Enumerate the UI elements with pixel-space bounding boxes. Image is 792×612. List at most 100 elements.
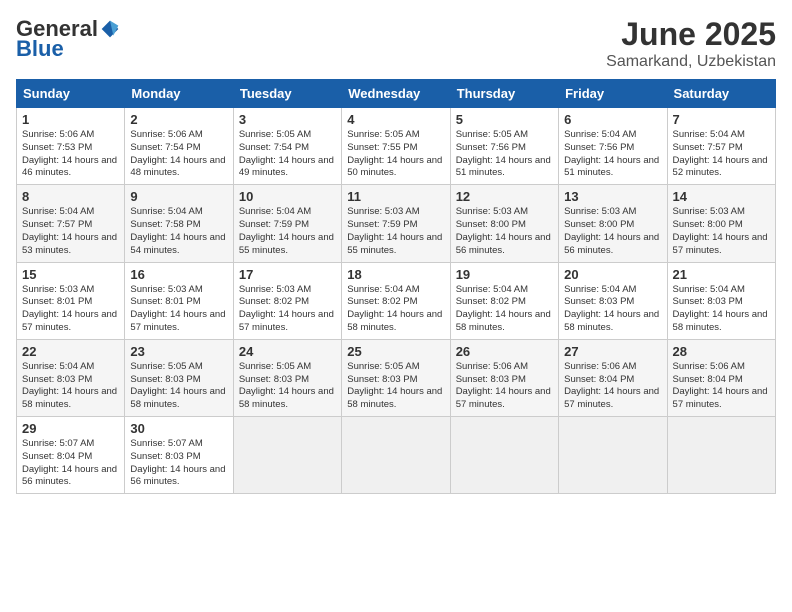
day-info: Sunrise: 5:05 AMSunset: 7:54 PMDaylight:… — [239, 129, 336, 180]
day-cell-6: 6Sunrise: 5:04 AMSunset: 7:56 PMDaylight… — [559, 108, 667, 185]
day-number: 27 — [564, 344, 661, 359]
day-number: 30 — [130, 421, 227, 436]
day-cell-21: 21Sunrise: 5:04 AMSunset: 8:03 PMDayligh… — [667, 262, 775, 339]
weekday-header-row: SundayMondayTuesdayWednesdayThursdayFrid… — [17, 80, 776, 108]
day-cell-19: 19 Sunrise: 5:04 AMSunset: 8:02 PMDayligh… — [450, 262, 558, 339]
weekday-header-saturday: Saturday — [667, 80, 775, 108]
weekday-header-monday: Monday — [125, 80, 233, 108]
day-number: 22 — [22, 344, 119, 359]
day-info: Sunrise: 5:06 AMSunset: 8:03 PMDaylight:… — [456, 361, 553, 412]
empty-cell — [342, 417, 450, 494]
day-info: Sunrise: 5:03 AMSunset: 8:02 PMDaylight:… — [239, 284, 336, 335]
month-title: June 2025 — [606, 16, 776, 53]
weekday-header-sunday: Sunday — [17, 80, 125, 108]
day-info: Sunrise: 5:06 AMSunset: 7:54 PMDaylight:… — [130, 129, 227, 180]
day-cell-4: 4Sunrise: 5:05 AMSunset: 7:55 PMDaylight… — [342, 108, 450, 185]
day-info: Sunrise: 5:07 AMSunset: 8:04 PMDaylight:… — [22, 438, 119, 489]
empty-cell — [667, 417, 775, 494]
day-number: 2 — [130, 112, 227, 127]
empty-cell — [559, 417, 667, 494]
day-cell-12: 12 Sunrise: 5:03 AMSunset: 8:00 PMDayligh… — [450, 185, 558, 262]
day-cell-14: 14Sunrise: 5:03 AMSunset: 8:00 PMDayligh… — [667, 185, 775, 262]
day-cell-30: 30 Sunrise: 5:07 AMSunset: 8:03 PMDayligh… — [125, 417, 233, 494]
page-header: General Blue June 2025 Samarkand, Uzbeki… — [16, 16, 776, 71]
day-number: 13 — [564, 189, 661, 204]
day-number: 1 — [22, 112, 119, 127]
logo-icon — [100, 19, 120, 39]
day-info: Sunrise: 5:03 AMSunset: 8:00 PMDaylight:… — [564, 206, 661, 257]
calendar-week-1: 1 Sunrise: 5:06 AMSunset: 7:53 PMDaylight… — [17, 108, 776, 185]
day-number: 6 — [564, 112, 661, 127]
empty-cell — [450, 417, 558, 494]
day-number: 26 — [456, 344, 553, 359]
calendar-week-2: 8Sunrise: 5:04 AMSunset: 7:57 PMDaylight… — [17, 185, 776, 262]
weekday-header-friday: Friday — [559, 80, 667, 108]
logo: General Blue — [16, 16, 120, 62]
day-info: Sunrise: 5:04 AMSunset: 7:57 PMDaylight:… — [22, 206, 119, 257]
day-cell-8: 8Sunrise: 5:04 AMSunset: 7:57 PMDaylight… — [17, 185, 125, 262]
day-cell-2: 2 Sunrise: 5:06 AMSunset: 7:54 PMDaylight… — [125, 108, 233, 185]
day-cell-13: 13 Sunrise: 5:03 AMSunset: 8:00 PMDayligh… — [559, 185, 667, 262]
day-number: 3 — [239, 112, 336, 127]
day-number: 4 — [347, 112, 444, 127]
day-cell-15: 15 Sunrise: 5:03 AMSunset: 8:01 PMDayligh… — [17, 262, 125, 339]
day-info: Sunrise: 5:05 AMSunset: 8:03 PMDaylight:… — [239, 361, 336, 412]
calendar-week-4: 22 Sunrise: 5:04 AMSunset: 8:03 PMDayligh… — [17, 339, 776, 416]
day-info: Sunrise: 5:04 AMSunset: 8:03 PMDaylight:… — [564, 284, 661, 335]
day-info: Sunrise: 5:06 AMSunset: 8:04 PMDaylight:… — [673, 361, 770, 412]
day-number: 14 — [673, 189, 770, 204]
day-info: Sunrise: 5:06 AMSunset: 8:04 PMDaylight:… — [564, 361, 661, 412]
calendar-week-3: 15 Sunrise: 5:03 AMSunset: 8:01 PMDayligh… — [17, 262, 776, 339]
empty-cell — [233, 417, 341, 494]
day-cell-5: 5 Sunrise: 5:05 AMSunset: 7:56 PMDaylight… — [450, 108, 558, 185]
day-cell-1: 1 Sunrise: 5:06 AMSunset: 7:53 PMDaylight… — [17, 108, 125, 185]
day-number: 25 — [347, 344, 444, 359]
day-cell-27: 27 Sunrise: 5:06 AMSunset: 8:04 PMDayligh… — [559, 339, 667, 416]
day-cell-25: 25 Sunrise: 5:05 AMSunset: 8:03 PMDayligh… — [342, 339, 450, 416]
day-number: 9 — [130, 189, 227, 204]
day-cell-11: 11 Sunrise: 5:03 AMSunset: 7:59 PMDayligh… — [342, 185, 450, 262]
day-info: Sunrise: 5:03 AMSunset: 8:01 PMDaylight:… — [22, 284, 119, 335]
day-cell-24: 24 Sunrise: 5:05 AMSunset: 8:03 PMDayligh… — [233, 339, 341, 416]
day-number: 29 — [22, 421, 119, 436]
day-cell-29: 29 Sunrise: 5:07 AMSunset: 8:04 PMDayligh… — [17, 417, 125, 494]
title-block: June 2025 Samarkand, Uzbekistan — [606, 16, 776, 71]
calendar: SundayMondayTuesdayWednesdayThursdayFrid… — [16, 79, 776, 494]
day-number: 15 — [22, 267, 119, 282]
day-info: Sunrise: 5:05 AMSunset: 7:56 PMDaylight:… — [456, 129, 553, 180]
day-info: Sunrise: 5:04 AMSunset: 8:02 PMDaylight:… — [347, 284, 444, 335]
day-number: 12 — [456, 189, 553, 204]
day-info: Sunrise: 5:04 AMSunset: 8:02 PMDaylight:… — [456, 284, 553, 335]
day-info: Sunrise: 5:04 AMSunset: 8:03 PMDaylight:… — [673, 284, 770, 335]
day-info: Sunrise: 5:03 AMSunset: 8:00 PMDaylight:… — [456, 206, 553, 257]
day-info: Sunrise: 5:03 AMSunset: 7:59 PMDaylight:… — [347, 206, 444, 257]
day-info: Sunrise: 5:07 AMSunset: 8:03 PMDaylight:… — [130, 438, 227, 489]
calendar-week-5: 29 Sunrise: 5:07 AMSunset: 8:04 PMDayligh… — [17, 417, 776, 494]
day-info: Sunrise: 5:06 AMSunset: 7:53 PMDaylight:… — [22, 129, 119, 180]
day-number: 24 — [239, 344, 336, 359]
day-cell-10: 10Sunrise: 5:04 AMSunset: 7:59 PMDayligh… — [233, 185, 341, 262]
day-number: 11 — [347, 189, 444, 204]
day-cell-18: 18 Sunrise: 5:04 AMSunset: 8:02 PMDayligh… — [342, 262, 450, 339]
day-info: Sunrise: 5:04 AMSunset: 8:03 PMDaylight:… — [22, 361, 119, 412]
day-cell-9: 9Sunrise: 5:04 AMSunset: 7:58 PMDaylight… — [125, 185, 233, 262]
day-number: 7 — [673, 112, 770, 127]
day-number: 17 — [239, 267, 336, 282]
weekday-header-wednesday: Wednesday — [342, 80, 450, 108]
day-number: 18 — [347, 267, 444, 282]
day-info: Sunrise: 5:03 AMSunset: 8:01 PMDaylight:… — [130, 284, 227, 335]
day-info: Sunrise: 5:04 AMSunset: 7:57 PMDaylight:… — [673, 129, 770, 180]
day-cell-7: 7 Sunrise: 5:04 AMSunset: 7:57 PMDaylight… — [667, 108, 775, 185]
day-number: 28 — [673, 344, 770, 359]
day-number: 20 — [564, 267, 661, 282]
day-info: Sunrise: 5:05 AMSunset: 8:03 PMDaylight:… — [347, 361, 444, 412]
day-number: 19 — [456, 267, 553, 282]
day-info: Sunrise: 5:05 AMSunset: 8:03 PMDaylight:… — [130, 361, 227, 412]
weekday-header-tuesday: Tuesday — [233, 80, 341, 108]
day-cell-26: 26 Sunrise: 5:06 AMSunset: 8:03 PMDayligh… — [450, 339, 558, 416]
day-number: 16 — [130, 267, 227, 282]
day-number: 23 — [130, 344, 227, 359]
day-number: 10 — [239, 189, 336, 204]
day-cell-23: 23 Sunrise: 5:05 AMSunset: 8:03 PMDayligh… — [125, 339, 233, 416]
day-number: 5 — [456, 112, 553, 127]
